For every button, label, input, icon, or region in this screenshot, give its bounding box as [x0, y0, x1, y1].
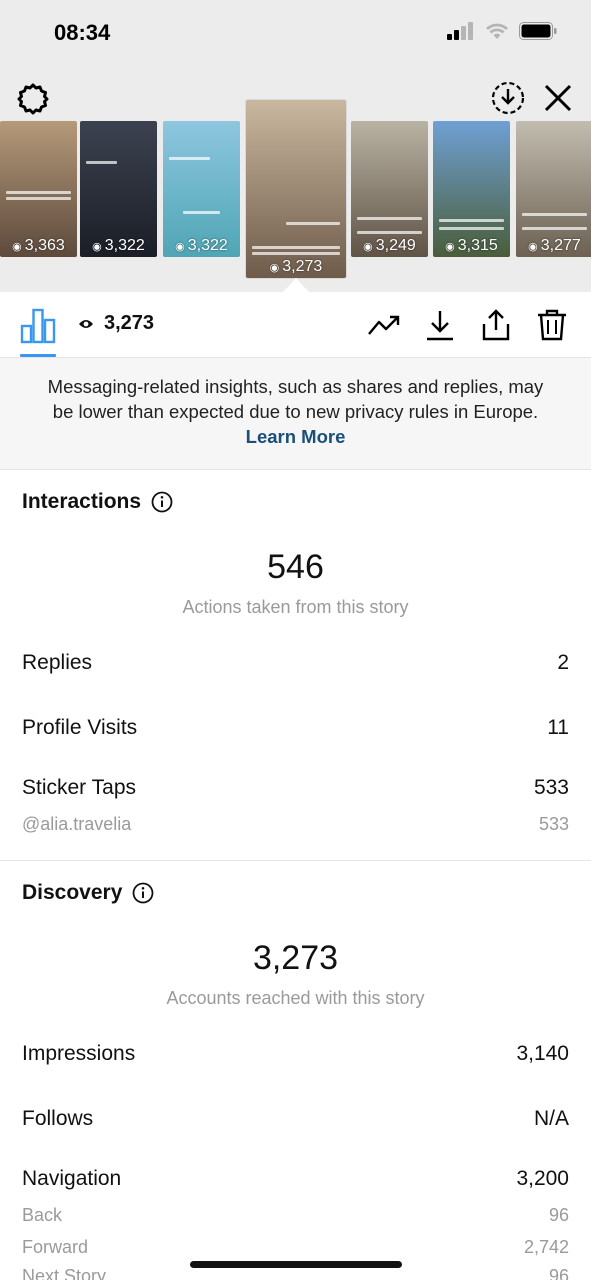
- story-thumbnail[interactable]: ◉ 3,363: [0, 121, 77, 257]
- stat-sublabel: Next Story: [22, 1266, 107, 1280]
- views-count: 3,273: [104, 312, 155, 334]
- notice-body: Messaging-related insights, such as shar…: [47, 376, 544, 422]
- info-icon[interactable]: [151, 491, 173, 513]
- learn-more-link[interactable]: Learn More: [246, 426, 346, 447]
- stat-subvalue: 96: [548, 1266, 569, 1280]
- status-bar: 08:34: [0, 0, 591, 66]
- eye-icon: ◉: [269, 261, 280, 274]
- story-thumbnail[interactable]: ◉ 3,315: [433, 121, 510, 257]
- interactions-heading: Interactions: [22, 490, 173, 514]
- eye-icon: ◉: [92, 240, 102, 253]
- thumbnail-views: ◉ 3,249: [363, 237, 416, 254]
- discovery-total: 3,273: [252, 939, 339, 977]
- stat-value: 3,200: [516, 1167, 569, 1190]
- thumbnail-views: ◉ 3,315: [445, 237, 498, 254]
- stat-row-replies: Replies 2: [22, 651, 569, 675]
- story-thumbnail[interactable]: ◉ 3,322: [163, 121, 240, 257]
- story-actions: [367, 308, 569, 342]
- story-thumbnail[interactable]: ◉ 3,249: [351, 121, 428, 257]
- delete-trash-icon[interactable]: [535, 308, 569, 342]
- stat-row-navigation: Navigation 3,200: [22, 1167, 569, 1191]
- stat-subvalue: 533: [538, 814, 569, 834]
- thumbnail-views: ◉ 3,322: [175, 237, 228, 254]
- status-time: 08:34: [54, 20, 111, 45]
- stat-value: 11: [547, 716, 569, 739]
- stat-label: Replies: [22, 651, 93, 674]
- stat-row-impressions: Impressions 3,140: [22, 1042, 569, 1066]
- discovery-subtitle: Accounts reached with this story: [166, 988, 425, 1008]
- stat-label: Impressions: [22, 1042, 136, 1065]
- thumbnail-views: ◉ 3,322: [92, 237, 145, 254]
- thumbnail-views: ◉ 3,277: [528, 237, 581, 254]
- status-icons: [447, 22, 557, 40]
- stat-label: Follows: [22, 1107, 94, 1130]
- info-icon[interactable]: [132, 882, 154, 904]
- interactions-total: 546: [267, 548, 324, 586]
- stat-subrow-sticker-mention: @alia.travelia 533: [22, 814, 569, 835]
- eye-icon: ◉: [175, 240, 185, 253]
- stat-subrow-forward: Forward 2,742: [22, 1237, 569, 1258]
- eye-icon: ◉: [528, 240, 538, 253]
- stat-subvalue: 2,742: [523, 1237, 569, 1257]
- interactions-subtitle: Actions taken from this story: [182, 597, 409, 617]
- stat-label: Profile Visits: [22, 716, 138, 739]
- stat-value: 533: [533, 776, 569, 799]
- stat-label: Navigation: [22, 1167, 122, 1190]
- story-header-area: 08:34 ◉ 3,363 ◉ 3,322 ◉ 3,322 ◉ 3,273 ◉ …: [0, 0, 591, 292]
- story-views: 3,273: [78, 312, 154, 335]
- stat-value: 3,140: [516, 1042, 569, 1065]
- story-thumbnail[interactable]: ◉ 3,277: [516, 121, 591, 257]
- download-icon[interactable]: [423, 308, 457, 342]
- selected-pointer: [283, 278, 309, 292]
- story-thumbnail-strip[interactable]: ◉ 3,363 ◉ 3,322 ◉ 3,322 ◉ 3,273 ◉ 3,249 ◉ 3,31…: [0, 100, 591, 290]
- interactions-title: Interactions: [22, 490, 142, 513]
- stat-subrow-next-story: Next Story 96: [22, 1266, 569, 1280]
- stat-row-profile-visits: Profile Visits 11: [22, 716, 569, 740]
- thumbnail-views: ◉ 3,363: [12, 237, 65, 254]
- privacy-notice-banner: Messaging-related insights, such as shar…: [0, 358, 591, 470]
- eye-icon: [79, 319, 93, 328]
- stat-subrow-back: Back 96: [22, 1205, 569, 1226]
- privacy-notice-text: Messaging-related insights, such as shar…: [40, 374, 551, 449]
- stat-sublabel: @alia.travelia: [22, 814, 132, 834]
- insights-bar-chart-icon[interactable]: [20, 306, 56, 344]
- stat-value: 2: [557, 651, 569, 674]
- stat-sublabel: Forward: [22, 1237, 89, 1257]
- eye-icon: ◉: [363, 240, 373, 253]
- signal-icon: [447, 22, 473, 40]
- insights-toolbar: 3,273: [0, 292, 591, 358]
- discovery-heading: Discovery: [22, 881, 154, 905]
- share-icon[interactable]: [479, 308, 513, 342]
- thumbnail-views: ◉ 3,273: [269, 258, 323, 275]
- stat-row-sticker-taps: Sticker Taps 533: [22, 776, 569, 800]
- section-divider: [0, 860, 591, 861]
- stat-subvalue: 96: [548, 1205, 569, 1225]
- story-thumbnail-selected[interactable]: ◉ 3,273: [246, 100, 346, 278]
- story-thumbnail[interactable]: ◉ 3,322: [80, 121, 157, 257]
- eye-icon: ◉: [12, 240, 22, 253]
- eye-icon: ◉: [445, 240, 455, 253]
- battery-icon: [519, 22, 557, 40]
- stat-value: N/A: [533, 1107, 569, 1130]
- home-indicator[interactable]: [190, 1261, 402, 1268]
- promote-trend-icon[interactable]: [367, 308, 401, 342]
- discovery-title: Discovery: [22, 881, 123, 904]
- active-tab-indicator: [20, 354, 56, 357]
- wifi-icon: [486, 23, 508, 39]
- stat-row-follows: Follows N/A: [22, 1107, 569, 1131]
- stat-label: Sticker Taps: [22, 776, 136, 799]
- stat-sublabel: Back: [22, 1205, 63, 1225]
